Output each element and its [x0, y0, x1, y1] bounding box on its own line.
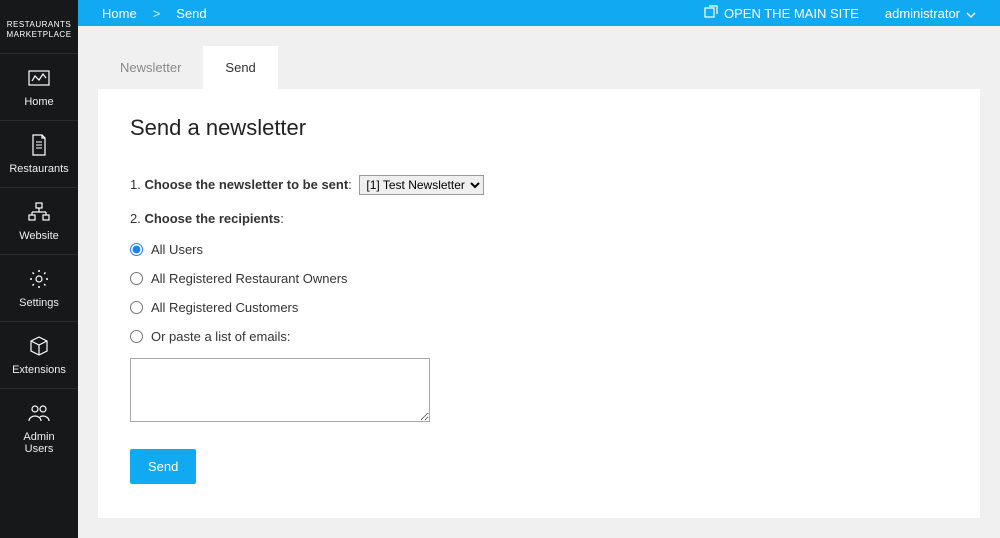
logo: RESTAURANTS MARKETPLACE — [0, 0, 78, 53]
open-main-site-link[interactable]: OPEN THE MAIN SITE — [704, 5, 859, 22]
document-icon — [27, 133, 51, 157]
topbar: Home > Send OPEN THE MAIN SITE administr… — [78, 0, 1000, 26]
logo-line2: MARKETPLACE — [4, 30, 74, 40]
radio-label-owners: All Registered Restaurant Owners — [151, 271, 348, 286]
breadcrumb-separator: > — [153, 6, 161, 21]
radio-all-users[interactable] — [130, 243, 143, 256]
page-title: Send a newsletter — [130, 115, 948, 141]
radio-paste-emails[interactable] — [130, 330, 143, 343]
users-icon — [27, 401, 51, 425]
step2-prefix: 2. — [130, 211, 144, 226]
breadcrumb-home[interactable]: Home — [102, 6, 137, 21]
step2-label: Choose the recipients — [144, 211, 280, 226]
card-body: Send a newsletter 1. Choose the newslett… — [98, 89, 980, 518]
tab-send[interactable]: Send — [203, 46, 277, 89]
main: Home > Send OPEN THE MAIN SITE administr… — [78, 0, 1000, 538]
sidebar-label-extensions: Extensions — [12, 364, 66, 376]
send-button[interactable]: Send — [130, 449, 196, 484]
radio-row-owners[interactable]: All Registered Restaurant Owners — [130, 271, 948, 286]
step1-prefix: 1. — [130, 177, 144, 192]
content-wrap: Newsletter Send Send a newsletter 1. Cho… — [78, 26, 1000, 538]
sitemap-icon — [27, 200, 51, 224]
user-label: administrator — [885, 6, 960, 21]
step-1-row: 1. Choose the newsletter to be sent: [1]… — [130, 175, 948, 195]
sidebar-item-home[interactable]: Home — [0, 53, 78, 120]
sidebar-item-admin-users[interactable]: Admin Users — [0, 388, 78, 467]
sidebar-label-website: Website — [19, 230, 59, 242]
radio-customers[interactable] — [130, 301, 143, 314]
breadcrumb: Home > Send — [102, 6, 207, 21]
sidebar-label-admin-users: Admin Users — [23, 431, 54, 455]
sidebar-item-extensions[interactable]: Extensions — [0, 321, 78, 388]
radio-row-all-users[interactable]: All Users — [130, 242, 948, 257]
emails-textarea[interactable] — [130, 358, 430, 422]
tabs-bar: Newsletter Send — [98, 46, 980, 89]
radio-label-customers: All Registered Customers — [151, 300, 298, 315]
tab-newsletter[interactable]: Newsletter — [98, 46, 203, 89]
sidebar: RESTAURANTS MARKETPLACE Home Restaurants… — [0, 0, 78, 538]
radio-label-all-users: All Users — [151, 242, 203, 257]
sidebar-item-restaurants[interactable]: Restaurants — [0, 120, 78, 187]
radio-owners[interactable] — [130, 272, 143, 285]
radio-row-customers[interactable]: All Registered Customers — [130, 300, 948, 315]
cube-icon — [27, 334, 51, 358]
sidebar-label-settings: Settings — [19, 297, 59, 309]
newsletter-select[interactable]: [1] Test Newsletter — [359, 175, 484, 195]
step-2-row: 2. Choose the recipients: — [130, 211, 948, 226]
chevron-down-icon — [966, 6, 976, 21]
gear-icon — [27, 267, 51, 291]
radio-label-paste-emails: Or paste a list of emails: — [151, 329, 290, 344]
radio-row-paste-emails[interactable]: Or paste a list of emails: — [130, 329, 948, 344]
open-main-site-label: OPEN THE MAIN SITE — [724, 6, 859, 21]
sidebar-label-home: Home — [24, 96, 53, 108]
step2-colon: : — [280, 211, 284, 226]
sidebar-item-settings[interactable]: Settings — [0, 254, 78, 321]
sidebar-label-restaurants: Restaurants — [9, 163, 68, 175]
breadcrumb-current[interactable]: Send — [176, 6, 206, 21]
external-link-icon — [704, 5, 718, 22]
user-menu[interactable]: administrator — [885, 6, 976, 21]
step1-label: Choose the newsletter to be sent — [144, 177, 348, 192]
sidebar-item-website[interactable]: Website — [0, 187, 78, 254]
topbar-right: OPEN THE MAIN SITE administrator — [704, 5, 976, 22]
step1-colon: : — [348, 177, 355, 192]
home-icon — [27, 66, 51, 90]
logo-line1: RESTAURANTS — [4, 20, 74, 30]
